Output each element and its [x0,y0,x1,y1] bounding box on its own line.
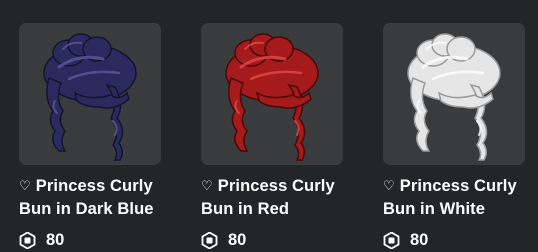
hair-bun-image [43,33,137,161]
heart-outline-icon: ♡ [201,178,213,193]
item-name[interactable]: ♡ Princess Curly Bun in Red [201,174,361,221]
robux-icon [201,232,218,249]
hair-bun-image [407,33,501,161]
item-card-dark-blue[interactable]: ♡ Princess Curly Bun in Dark Blue 80 [19,23,161,250]
item-name-line2: Bun in White [383,200,486,218]
item-thumbnail[interactable] [383,23,525,165]
item-thumbnail[interactable] [19,23,161,165]
item-name[interactable]: ♡ Princess Curly Bun in Dark Blue [19,174,179,221]
item-price: 80 [383,231,525,250]
price-value: 80 [228,231,247,249]
item-card-white[interactable]: ♡ Princess Curly Bun in White 80 [383,23,525,250]
item-name-line1: Princess Curly [35,177,153,195]
item-price: 80 [19,231,161,250]
price-value: 80 [46,231,65,249]
price-value: 80 [410,231,429,249]
heart-outline-icon: ♡ [383,178,395,193]
robux-icon [19,232,36,249]
item-name[interactable]: ♡ Princess Curly Bun in White [383,174,538,221]
item-card-red[interactable]: ♡ Princess Curly Bun in Red 80 [201,23,343,250]
robux-icon [383,232,400,249]
hair-bun-image [225,33,319,161]
item-thumbnail[interactable] [201,23,343,165]
item-name-line2: Bun in Dark Blue [19,200,154,218]
heart-outline-icon: ♡ [19,178,31,193]
item-price: 80 [201,231,343,250]
item-name-line1: Princess Curly [217,177,335,195]
catalog-grid: ♡ Princess Curly Bun in Dark Blue 80 ♡ P… [19,23,525,250]
item-name-line1: Princess Curly [399,177,517,195]
item-name-line2: Bun in Red [201,200,290,218]
